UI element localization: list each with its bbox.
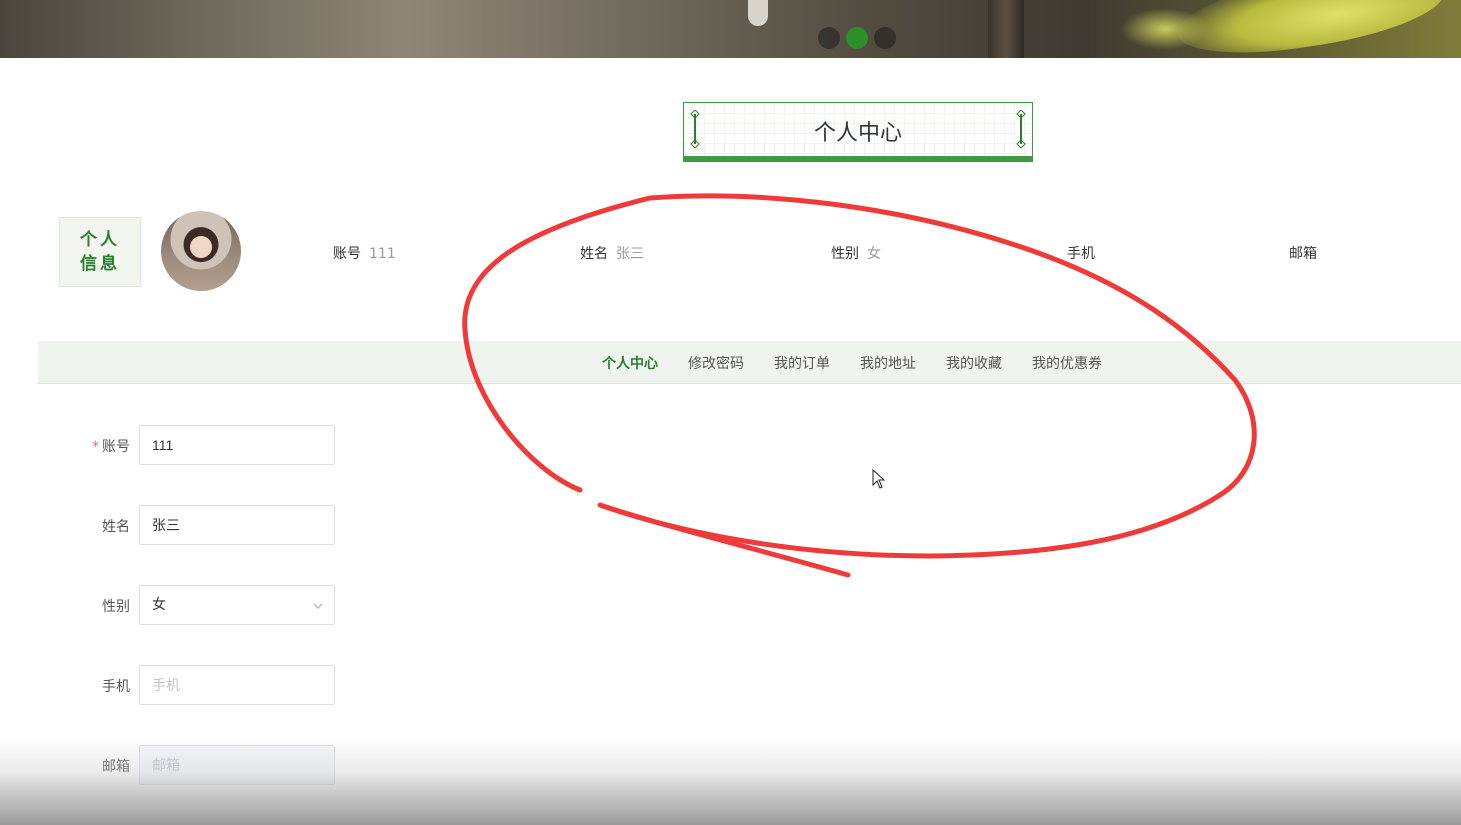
info-gender-value: 女 xyxy=(867,246,881,262)
info-account: 账号 111 xyxy=(333,243,396,263)
account-field-label: * 账号 xyxy=(60,436,130,456)
info-gender: 性别女 xyxy=(831,243,881,263)
info-name: 姓名 张三 xyxy=(580,243,644,263)
gender-select-value: 女 xyxy=(152,597,166,613)
chevron-down-icon xyxy=(313,603,323,609)
info-account-value: 111 xyxy=(369,246,396,262)
carousel-dot-3[interactable] xyxy=(874,27,896,49)
banner-stem xyxy=(988,0,1024,58)
info-phone: 手机 xyxy=(1067,243,1103,263)
name-input[interactable] xyxy=(139,505,335,545)
account-input[interactable] xyxy=(139,425,335,465)
mouse-cursor-icon xyxy=(872,469,886,489)
profile-info-label: 个人信息 xyxy=(59,217,141,287)
phone-input[interactable] xyxy=(139,665,335,705)
nav-item-my-address[interactable]: 我的地址 xyxy=(860,353,916,373)
nav-item-my-orders[interactable]: 我的订单 xyxy=(774,353,830,373)
info-name-label: 姓名 xyxy=(580,246,608,262)
avatar xyxy=(161,211,241,291)
carousel-indicators xyxy=(818,27,896,49)
page-title-box: 个人中心 xyxy=(683,102,1033,162)
gender-select[interactable]: 女 xyxy=(139,585,335,625)
info-email: 邮箱 xyxy=(1289,243,1325,263)
info-gender-label: 性别 xyxy=(831,246,859,262)
title-ornament-icon xyxy=(1016,110,1026,148)
user-center-nav: 个人中心 修改密码 我的订单 我的地址 我的收藏 我的优惠券 xyxy=(38,341,1461,384)
banner-flower-bud xyxy=(748,0,768,26)
nav-item-my-favorites[interactable]: 我的收藏 xyxy=(946,353,1002,373)
nav-item-profile[interactable]: 个人中心 xyxy=(602,353,658,373)
info-phone-label: 手机 xyxy=(1067,246,1095,262)
email-field-label: 邮箱 xyxy=(102,759,130,775)
name-field-label: 姓名 xyxy=(102,519,130,535)
email-input[interactable] xyxy=(139,745,335,785)
carousel-dot-2[interactable] xyxy=(846,27,868,49)
profile-info-label-text: 个人信息 xyxy=(80,230,120,274)
nav-item-change-password[interactable]: 修改密码 xyxy=(688,353,744,373)
info-name-value: 张三 xyxy=(616,246,644,262)
account-label-text: 账号 xyxy=(102,439,130,455)
info-account-label: 账号 xyxy=(333,246,361,262)
gender-field-label: 性别 xyxy=(102,599,130,615)
phone-field-label: 手机 xyxy=(102,679,130,695)
required-asterisk: * xyxy=(92,439,99,455)
banner-leaf xyxy=(1172,0,1450,58)
page-title: 个人中心 xyxy=(813,121,902,146)
info-email-label: 邮箱 xyxy=(1289,246,1317,262)
banner-carousel xyxy=(0,0,1461,58)
carousel-dot-1[interactable] xyxy=(818,27,840,49)
nav-item-my-coupons[interactable]: 我的优惠券 xyxy=(1032,353,1102,373)
